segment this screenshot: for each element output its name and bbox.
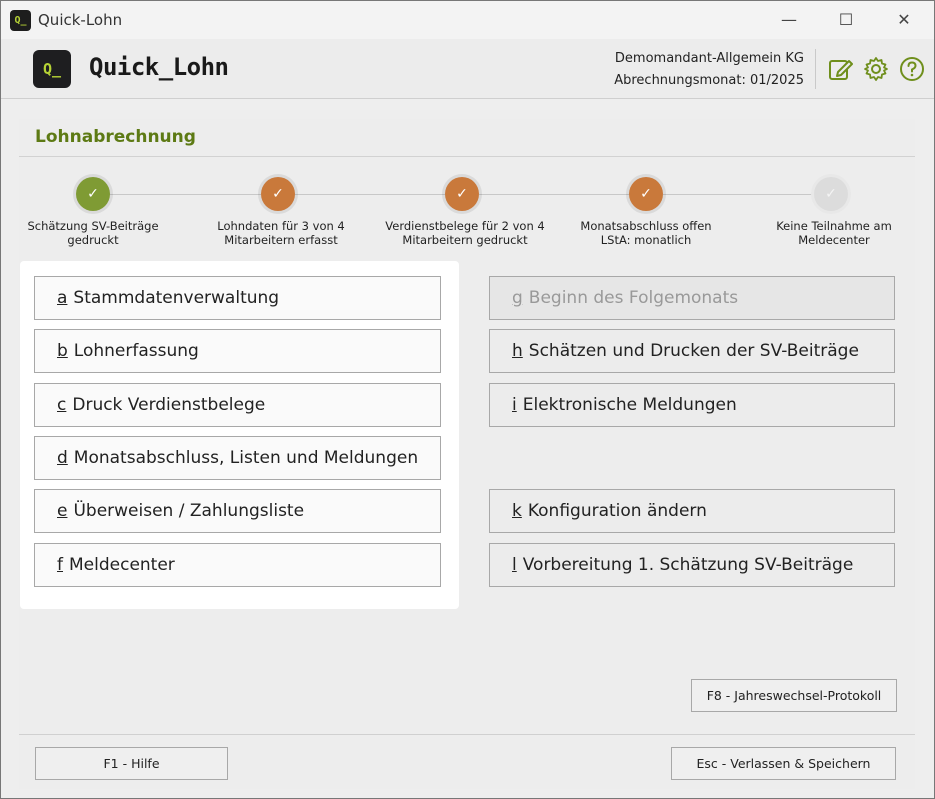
logo-icon: Q_ bbox=[33, 50, 71, 88]
help-icon[interactable] bbox=[899, 56, 925, 82]
maximize-button[interactable]: ☐ bbox=[830, 7, 862, 33]
exit-save-button[interactable]: Esc - Verlassen & Speichern bbox=[671, 747, 896, 780]
step-connector bbox=[295, 194, 445, 195]
app-name: Quick_Lohn bbox=[89, 53, 229, 81]
step-1-label: Schätzung SV-Beiträge gedruckt bbox=[27, 219, 159, 247]
elektronische-meldungen-button[interactable]: i Elektronische Meldungen bbox=[489, 383, 895, 427]
gear-icon[interactable] bbox=[863, 56, 889, 82]
shortcut-key: e bbox=[57, 501, 68, 521]
step-connector bbox=[109, 194, 261, 195]
step-4-status-icon: ✓ bbox=[629, 177, 663, 211]
app-icon: Q_ bbox=[10, 10, 31, 31]
beginn-folgemonat-button[interactable]: g Beginn des Folgemonats bbox=[489, 276, 895, 320]
druck-verdienstbelege-button[interactable]: c Druck Verdienstbelege bbox=[34, 383, 441, 427]
button-label: Schätzen und Drucken der SV-Beiträge bbox=[528, 341, 859, 361]
lohnerfassung-button[interactable]: b Lohnerfassung bbox=[34, 329, 441, 373]
shortcut-key: l bbox=[512, 555, 517, 575]
shortcut-key: k bbox=[512, 501, 522, 521]
meldecenter-button[interactable]: f Meldecenter bbox=[34, 543, 441, 587]
button-label: Konfiguration ändern bbox=[527, 501, 707, 521]
step-2-status-icon: ✓ bbox=[261, 177, 295, 211]
footer-divider bbox=[19, 734, 915, 735]
header-divider bbox=[815, 49, 816, 89]
shortcut-key: d bbox=[57, 448, 68, 468]
billing-month: Abrechnungsmonat: 01/2025 bbox=[614, 73, 804, 88]
shortcut-key: a bbox=[57, 288, 68, 308]
shortcut-key: g bbox=[512, 288, 523, 308]
shortcut-key: b bbox=[57, 341, 68, 361]
step-5-status-icon: ✓ bbox=[814, 177, 848, 211]
button-label: Druck Verdienstbelege bbox=[72, 395, 266, 415]
button-label: Monatsabschluss, Listen und Meldungen bbox=[73, 448, 419, 468]
shortcut-key: i bbox=[512, 395, 517, 415]
step-1-status-icon: ✓ bbox=[76, 177, 110, 211]
step-3-status-icon: ✓ bbox=[445, 177, 479, 211]
title-bar: Q_ Quick-Lohn — ☐ ✕ bbox=[1, 1, 934, 39]
check-icon: ✓ bbox=[825, 186, 837, 202]
button-label: Elektronische Meldungen bbox=[522, 395, 737, 415]
schaetzen-drucken-button[interactable]: h Schätzen und Drucken der SV-Beiträge bbox=[489, 329, 895, 373]
vorbereitung-schaetzung-button[interactable]: l Vorbereitung 1. Schätzung SV-Beiträge bbox=[489, 543, 895, 587]
button-label: Vorbereitung 1. Schätzung SV-Beiträge bbox=[522, 555, 854, 575]
check-icon: ✓ bbox=[456, 186, 468, 202]
close-button[interactable]: ✕ bbox=[888, 7, 920, 33]
button-label: Stammdatenverwaltung bbox=[73, 288, 280, 308]
check-icon: ✓ bbox=[272, 186, 284, 202]
check-icon: ✓ bbox=[87, 186, 99, 202]
monatsabschluss-button[interactable]: d Monatsabschluss, Listen und Meldungen bbox=[34, 436, 441, 480]
app-window: Q_ Quick-Lohn — ☐ ✕ Q_ Quick_Lohn Demoma… bbox=[0, 0, 935, 799]
step-5-label: Keine Teilnahme am Meldecenter bbox=[776, 219, 892, 247]
button-label: Meldecenter bbox=[69, 555, 175, 575]
shortcut-key: h bbox=[512, 341, 523, 361]
shortcut-key: c bbox=[57, 395, 67, 415]
minimize-button[interactable]: — bbox=[773, 7, 805, 33]
step-connector bbox=[663, 194, 815, 195]
step-3-label: Verdienstbelege für 2 von 4 Mitarbeitern… bbox=[385, 219, 545, 247]
check-icon: ✓ bbox=[640, 186, 652, 202]
section-divider bbox=[19, 156, 915, 157]
button-label: Überweisen / Zahlungsliste bbox=[73, 501, 305, 521]
section-title: Lohnabrechnung bbox=[35, 127, 196, 147]
help-button[interactable]: F1 - Hilfe bbox=[35, 747, 228, 780]
button-label: Lohnerfassung bbox=[73, 341, 199, 361]
button-label: Beginn des Folgemonats bbox=[528, 288, 739, 308]
app-header: Q_ Quick_Lohn Demomandant-Allgemein KG A… bbox=[1, 39, 934, 99]
step-connector bbox=[479, 194, 629, 195]
ueberweisen-button[interactable]: e Überweisen / Zahlungsliste bbox=[34, 489, 441, 533]
jahreswechsel-protokoll-button[interactable]: F8 - Jahreswechsel-Protokoll bbox=[691, 679, 897, 712]
shortcut-key: f bbox=[57, 555, 63, 575]
company-name: Demomandant-Allgemein KG bbox=[614, 51, 804, 66]
stammdaten-button[interactable]: a Stammdatenverwaltung bbox=[34, 276, 441, 320]
step-4-label: Monatsabschluss offen LStA: monatlich bbox=[580, 219, 712, 247]
edit-icon[interactable] bbox=[827, 56, 853, 82]
step-2-label: Lohndaten für 3 von 4 Mitarbeitern erfas… bbox=[217, 219, 345, 247]
konfiguration-button[interactable]: k Konfiguration ändern bbox=[489, 489, 895, 533]
window-title: Quick-Lohn bbox=[38, 11, 123, 29]
